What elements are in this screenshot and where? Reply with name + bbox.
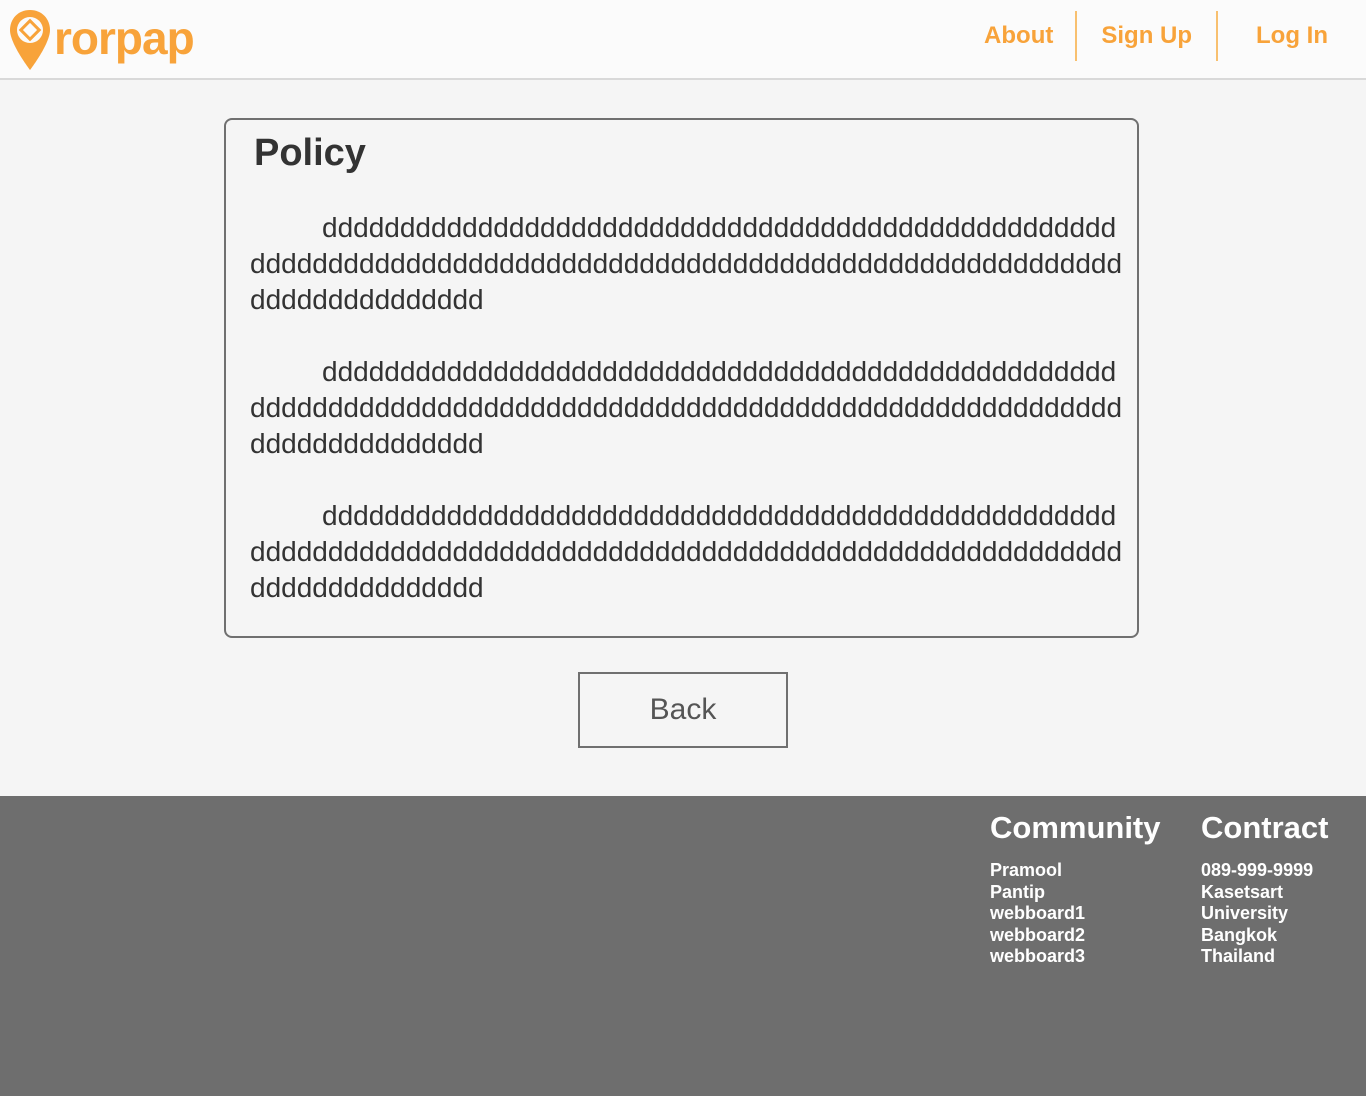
policy-body: dddddddddddddddddddddddddddddddddddddddd…	[250, 210, 1130, 642]
footer-community-list: Pramool Pantip webboard1 webboard2 webbo…	[990, 860, 1161, 968]
footer-community-item[interactable]: Pantip	[990, 882, 1161, 904]
footer-contract-item: Bangkok	[1201, 924, 1278, 945]
policy-title: Policy	[254, 132, 366, 174]
footer-community-item[interactable]: Pramool	[990, 860, 1161, 882]
policy-paragraph: dddddddddddddddddddddddddddddddddddddddd…	[250, 356, 1123, 459]
footer-community-heading: Community	[990, 810, 1161, 845]
logo[interactable]: rorpap	[8, 8, 195, 72]
footer-contract-item: University	[1201, 903, 1289, 923]
site-footer: Community Pramool Pantip webboard1 webbo…	[0, 796, 1366, 1096]
nav-about-link[interactable]: About	[984, 22, 1075, 50]
footer-contract: Contract 089-999-9999 Kasetsart Universi…	[1201, 810, 1328, 968]
nav-sign-up-link[interactable]: Sign Up	[1077, 22, 1216, 50]
footer-community: Community Pramool Pantip webboard1 webbo…	[990, 810, 1161, 968]
top-nav: About Sign Up Log In	[984, 10, 1366, 62]
footer-contract-item: Kasetsart	[1201, 881, 1284, 902]
footer-community-item[interactable]: webboard3	[990, 946, 1161, 968]
footer-community-item[interactable]: webboard1	[990, 903, 1161, 925]
footer-community-item[interactable]: webboard2	[990, 925, 1161, 947]
footer-contract-heading: Contract	[1201, 810, 1329, 845]
footer-contract-item: Thailand	[1201, 946, 1276, 966]
logo-text: rorpap	[54, 12, 195, 64]
site-header: rorpap About Sign Up Log In	[0, 0, 1366, 80]
policy-paragraph: dddddddddddddddddddddddddddddddddddddddd…	[250, 500, 1123, 603]
policy-paragraph: dddddddddddddddddddddddddddddddddddddddd…	[250, 212, 1123, 315]
map-pin-icon	[8, 8, 52, 72]
policy-panel: Policy ddddddddddddddddddddddddddddddddd…	[224, 118, 1139, 638]
footer-contract-list: 089-999-9999 Kasetsart University Bangko…	[1201, 860, 1328, 968]
nav-log-in-link[interactable]: Log In	[1218, 22, 1366, 50]
footer-contract-item: 089-999-9999	[1201, 860, 1314, 880]
back-button[interactable]: Back	[578, 672, 788, 748]
